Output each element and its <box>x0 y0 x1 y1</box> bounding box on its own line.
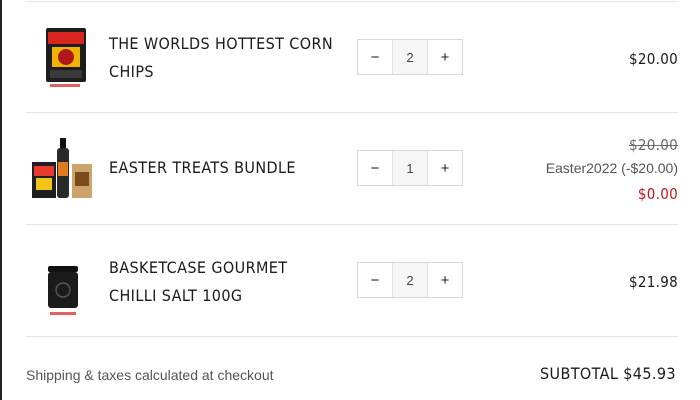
quantity-value[interactable]: 2 <box>392 263 428 297</box>
divider <box>26 1 678 2</box>
increase-quantity-button[interactable]: + <box>428 40 462 74</box>
final-price: $0.00 <box>637 185 678 203</box>
increase-quantity-button[interactable]: + <box>428 263 462 297</box>
product-name[interactable]: EASTER TREATS BUNDLE <box>109 154 339 182</box>
product-image-corn-chips[interactable] <box>30 22 94 94</box>
subtotal-label: SUBTOTAL <box>539 364 619 383</box>
item-price: $20.00 <box>628 50 678 68</box>
quantity-value[interactable]: 1 <box>392 151 428 185</box>
divider <box>26 112 678 113</box>
original-price: $20.00 <box>628 136 678 154</box>
quantity-stepper: − 2 + <box>357 39 463 75</box>
decrease-quantity-button[interactable]: − <box>358 40 392 74</box>
quantity-stepper: − 2 + <box>357 262 463 298</box>
divider <box>26 224 678 225</box>
increase-quantity-button[interactable]: + <box>428 151 462 185</box>
quantity-value[interactable]: 2 <box>392 40 428 74</box>
product-image-chilli-salt[interactable] <box>30 246 94 318</box>
divider <box>26 336 678 337</box>
product-name[interactable]: BASKETCASE GOURMET CHILLI SALT 100G <box>109 254 339 310</box>
product-name[interactable]: THE WORLDS HOTTEST CORN CHIPS <box>109 30 339 86</box>
shipping-note: Shipping & taxes calculated at checkout <box>26 367 274 383</box>
discount-label: Easter2022 (-$20.00) <box>545 160 678 176</box>
item-price: $21.98 <box>628 273 678 291</box>
decrease-quantity-button[interactable]: − <box>358 151 392 185</box>
subtotal-value: $45.93 <box>623 364 676 383</box>
decrease-quantity-button[interactable]: − <box>358 263 392 297</box>
quantity-stepper: − 1 + <box>357 150 463 186</box>
subtotal: SUBTOTAL $45.93 <box>540 364 676 383</box>
product-image-easter-bundle[interactable] <box>30 134 94 206</box>
cart-drawer: THE WORLDS HOTTEST CORN CHIPS − 2 + $20.… <box>0 0 700 400</box>
